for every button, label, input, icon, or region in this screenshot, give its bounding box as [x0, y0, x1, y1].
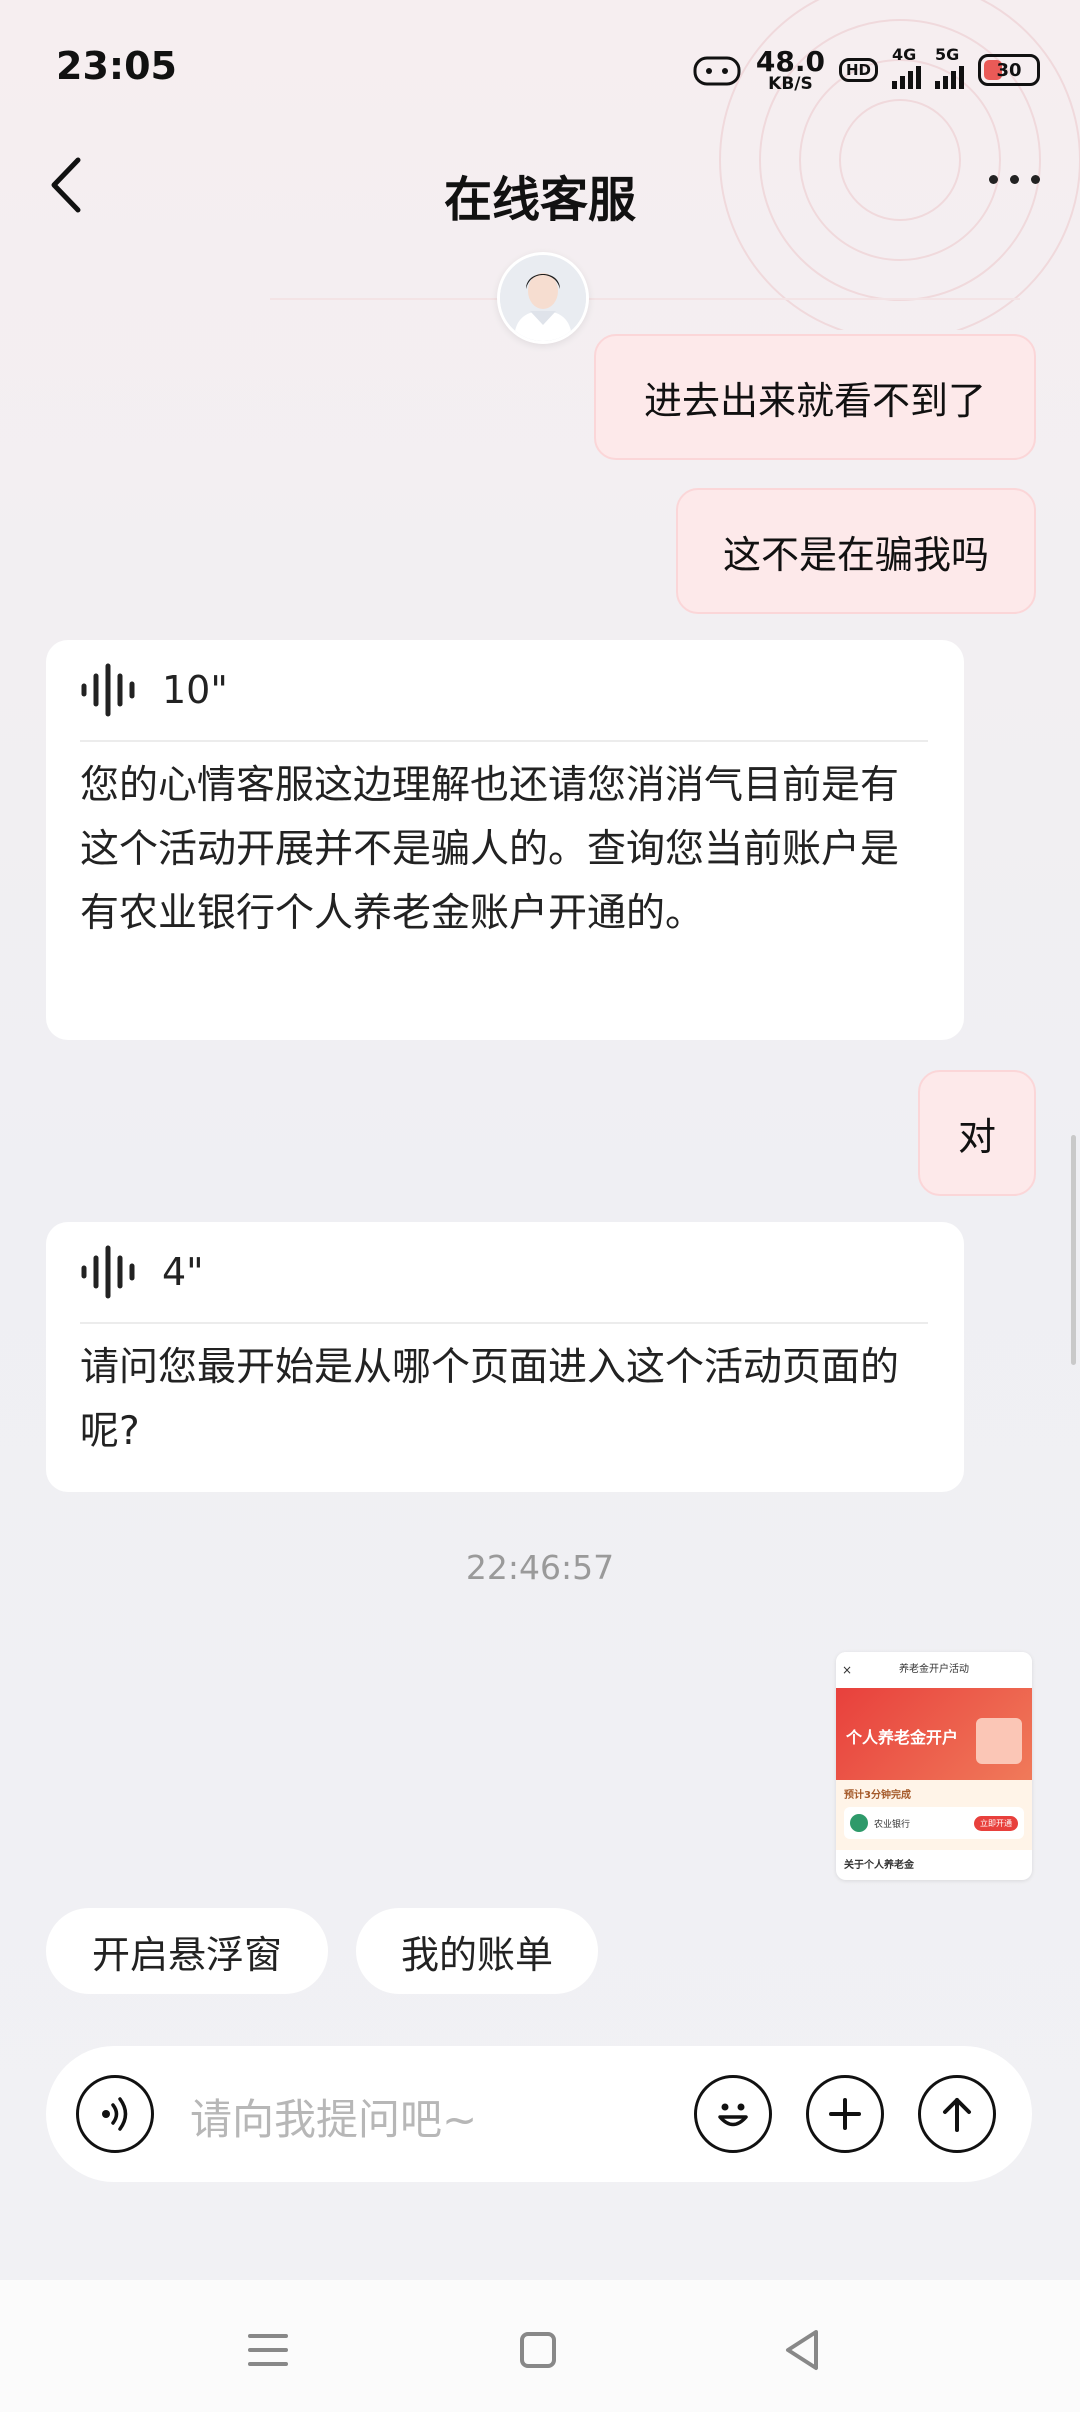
voice-waveform-icon	[81, 1245, 135, 1299]
voice-play-button[interactable]: 4"	[80, 1222, 928, 1322]
thumbnail-page-title: 养老金开户活动	[899, 1664, 969, 1675]
agent-message[interactable]: 4" 请问您最开始是从哪个页面进入这个活动页面的呢?	[46, 1222, 964, 1492]
signal-5g-icon: 5G	[935, 45, 964, 89]
triangle-back-icon	[786, 2330, 818, 2370]
add-attachment-button[interactable]	[806, 2075, 884, 2153]
user-message-text: 这不是在骗我吗	[722, 532, 989, 577]
voice-waveform-icon	[81, 663, 135, 717]
quick-action-my-bill[interactable]: 我的账单	[356, 1908, 598, 1994]
dot-icon	[1010, 175, 1019, 184]
agent-message[interactable]: 10" 您的心情客服这边理解也还请您消消气目前是有这个活动开展并不是骗人的。查询…	[46, 640, 964, 1040]
message-input[interactable]: 请向我提问吧~	[190, 2086, 710, 2146]
thumbnail-subtitle: 预计3分钟完成	[844, 1790, 911, 1801]
voice-duration: 4"	[162, 1250, 204, 1294]
user-message[interactable]: 进去出来就看不到了	[594, 334, 1036, 460]
agent-avatar-image	[500, 255, 586, 341]
pet-status-icon	[693, 56, 741, 86]
nav-home-button[interactable]	[508, 2320, 568, 2380]
nav-back-button[interactable]	[772, 2320, 832, 2380]
agent-message-text: 请问您最开始是从哪个页面进入这个活动页面的呢?	[80, 1345, 900, 1454]
menu-icon	[248, 2334, 288, 2366]
message-timestamp: 22:46:57	[465, 1548, 615, 1587]
voice-wave-icon	[102, 2097, 128, 2131]
hd-icon: HD	[838, 58, 878, 82]
image-message-thumbnail[interactable]: × 养老金开户活动 个人养老金开户 预计3分钟完成 农业银行 立即开通 关于个人…	[836, 1652, 1032, 1880]
battery-level: 30	[996, 59, 1022, 81]
status-icons: 48.0 KB/S HD 4G 5G 30	[692, 44, 1040, 94]
thumbnail-banner-graphic	[976, 1718, 1022, 1764]
thumbnail-bank-row: 农业银行 立即开通	[844, 1807, 1024, 1839]
user-message-text: 对	[957, 1114, 996, 1159]
bank-logo-icon	[850, 1814, 868, 1832]
emoji-button[interactable]	[694, 2075, 772, 2153]
voice-play-button[interactable]: 10"	[80, 640, 928, 740]
more-options-button[interactable]	[989, 175, 1040, 184]
arrow-up-icon	[943, 2098, 971, 2132]
thumbnail-section-title: 关于个人养老金	[844, 1860, 914, 1871]
message-input-bar: 请向我提问吧~	[46, 2046, 1032, 2182]
user-message[interactable]: 对	[918, 1070, 1036, 1196]
chip-label: 开启悬浮窗	[91, 1932, 282, 1977]
smile-icon	[718, 2103, 748, 2127]
thumbnail-close-icon: ×	[842, 1663, 853, 1677]
signal-4g-icon: 4G	[892, 45, 921, 89]
thumbnail-bank-name: 农业银行	[874, 1819, 911, 1830]
network-speed: 48.0 KB/S	[755, 44, 825, 94]
network-speed-value: 48.0	[755, 44, 825, 78]
status-time: 23:05	[56, 44, 177, 88]
thumbnail-action: 立即开通	[974, 1815, 1018, 1831]
battery-icon: 30	[978, 54, 1040, 86]
header-divider	[270, 298, 1020, 300]
thumbnail-banner-title: 个人养老金开户	[846, 1728, 959, 1747]
voice-duration: 10"	[162, 668, 228, 712]
square-home-icon	[520, 2332, 556, 2368]
thumbnail-banner: 个人养老金开户	[836, 1688, 1032, 1780]
chip-label: 我的账单	[400, 1932, 553, 1977]
network-speed-unit: KB/S	[768, 73, 813, 94]
signal-4g-label: 4G	[892, 45, 917, 64]
user-message[interactable]: 这不是在骗我吗	[676, 488, 1036, 614]
send-button[interactable]	[918, 2075, 996, 2153]
thumbnail-topbar: × 养老金开户活动	[836, 1652, 1032, 1688]
dot-icon	[989, 175, 998, 184]
user-message-text: 进去出来就看不到了	[643, 378, 986, 423]
nav-menu-button[interactable]	[238, 2320, 298, 2380]
signal-5g-label: 5G	[935, 45, 960, 64]
scrollbar[interactable]	[1071, 1135, 1076, 1365]
voice-input-button[interactable]	[76, 2075, 154, 2153]
quick-action-floating-window[interactable]: 开启悬浮窗	[46, 1908, 328, 1994]
agent-message-text: 您的心情客服这边理解也还请您消消气目前是有这个活动开展并不是骗人的。查询您当前账…	[80, 763, 900, 936]
agent-avatar[interactable]	[497, 252, 589, 344]
plus-icon	[829, 2098, 861, 2130]
thumbnail-card: 预计3分钟完成 农业银行 立即开通	[836, 1780, 1032, 1850]
dot-icon	[1031, 175, 1040, 184]
page-title: 在线客服	[443, 172, 636, 228]
